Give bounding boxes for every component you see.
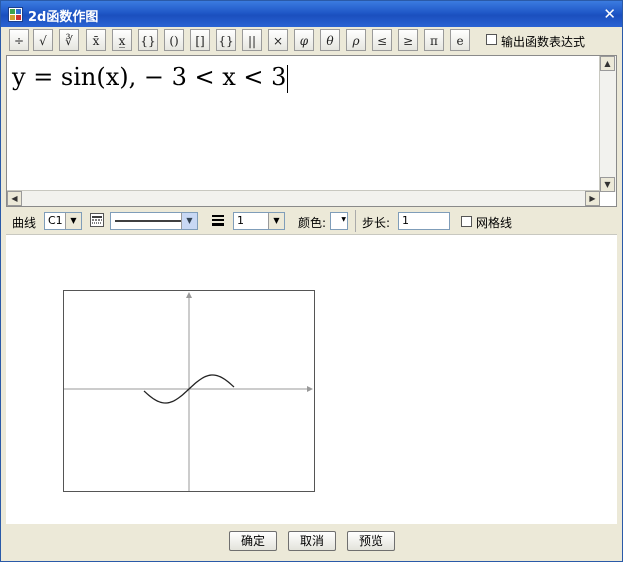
absolute-value-button[interactable]: ||: [242, 29, 262, 51]
grid-label: 网格线: [476, 216, 513, 230]
less-equal-button[interactable]: ≤: [372, 29, 392, 51]
window-title: 2d函数作图: [28, 10, 99, 25]
square-root-button[interactable]: √: [33, 29, 53, 51]
brackets-button[interactable]: []: [190, 29, 210, 51]
pi-button[interactable]: π: [424, 29, 444, 51]
cancel-button[interactable]: 取消: [288, 531, 336, 551]
underbar-button[interactable]: x̲: [112, 29, 132, 51]
preview-button[interactable]: 预览: [347, 531, 395, 551]
theta-button[interactable]: θ: [320, 29, 340, 51]
divider: [355, 210, 356, 232]
line-width-icon[interactable]: [211, 213, 225, 227]
chevron-down-icon: ▼: [341, 216, 346, 223]
formula-text[interactable]: y = sin(x), − 3 < x < 3: [12, 63, 289, 93]
braces-button[interactable]: {}: [216, 29, 236, 51]
line-width-value: 1: [237, 214, 244, 227]
close-icon[interactable]: ✕: [603, 4, 616, 24]
overbar-button[interactable]: x̄: [86, 29, 106, 51]
times-button[interactable]: ×: [268, 29, 288, 51]
app-icon: [8, 7, 23, 22]
color-picker[interactable]: ▼: [330, 212, 348, 230]
function-plot: [63, 290, 315, 492]
text-caret: [287, 64, 289, 93]
formula-editor[interactable]: y = sin(x), − 3 < x < 3 ▲ ▼ ◀ ▶: [6, 55, 617, 207]
brace-button[interactable]: {}: [138, 29, 158, 51]
scroll-up-icon[interactable]: ▲: [600, 56, 615, 71]
ok-button[interactable]: 确定: [229, 531, 277, 551]
color-label: 颜色:: [298, 216, 327, 230]
euler-e-button[interactable]: e: [450, 29, 470, 51]
rho-button[interactable]: ρ: [346, 29, 366, 51]
line-style-preview: [115, 220, 182, 222]
parentheses-button[interactable]: (): [164, 29, 184, 51]
chevron-down-icon[interactable]: ▼: [65, 213, 81, 229]
scroll-right-icon[interactable]: ▶: [585, 191, 600, 206]
greater-equal-button[interactable]: ≥: [398, 29, 418, 51]
scroll-down-icon[interactable]: ▼: [600, 177, 615, 192]
step-label: 步长:: [362, 216, 391, 230]
curve-properties-bar: 曲线 C1 ▼ ▼ 1 ▼ 颜色: ▼ 步长: 1 网格线: [6, 208, 617, 234]
curve-select[interactable]: C1 ▼: [44, 212, 82, 230]
formula-toolbar: ÷ √ ∛ x̄ x̲ {} () [] {} || × φ θ ρ ≤ ≥ π…: [5, 28, 617, 54]
output-expression-checkbox[interactable]: [486, 34, 497, 45]
step-input[interactable]: 1: [398, 212, 450, 230]
curve-select-value: C1: [48, 214, 63, 227]
line-style-icon[interactable]: [90, 213, 104, 227]
chevron-down-icon[interactable]: ▼: [268, 213, 284, 229]
function-plot-dialog: 2d函数作图 ✕ ÷ √ ∛ x̄ x̲ {} () [] {} || × φ …: [0, 0, 623, 562]
horizontal-scrollbar[interactable]: ◀ ▶: [7, 190, 600, 206]
plot-preview-area: [6, 234, 617, 525]
vertical-scrollbar[interactable]: ▲ ▼: [599, 56, 616, 192]
curve-label: 曲线: [12, 216, 37, 230]
phi-button[interactable]: φ: [294, 29, 314, 51]
title-bar[interactable]: 2d函数作图 ✕: [1, 1, 622, 27]
chevron-down-icon[interactable]: ▼: [181, 213, 197, 229]
grid-checkbox[interactable]: [461, 216, 472, 227]
line-style-select[interactable]: ▼: [110, 212, 198, 230]
line-width-select[interactable]: 1 ▼: [233, 212, 285, 230]
output-expression-label: 输出函数表达式: [501, 35, 586, 49]
dialog-buttons: 确定 取消 预览: [1, 524, 622, 561]
nth-root-button[interactable]: ∛: [59, 29, 79, 51]
scroll-left-icon[interactable]: ◀: [7, 191, 22, 206]
fraction-button[interactable]: ÷: [9, 29, 29, 51]
